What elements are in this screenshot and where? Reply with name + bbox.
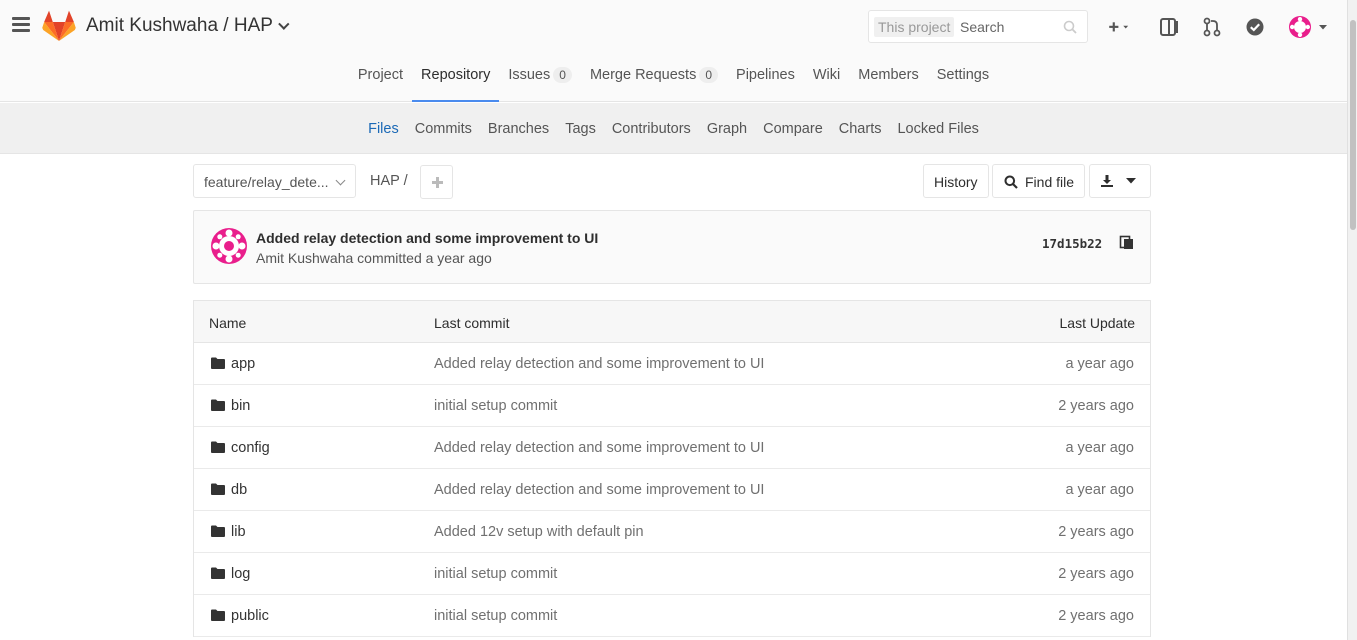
- search-box[interactable]: This project Search: [868, 10, 1088, 43]
- subtab-graph[interactable]: Graph: [707, 121, 747, 137]
- page-scrollbar[interactable]: [1347, 0, 1357, 640]
- sidebar-toggle-icon[interactable]: [1158, 16, 1180, 38]
- last-update-time: 2 years ago: [1058, 524, 1134, 540]
- subtab-tags[interactable]: Tags: [565, 121, 596, 137]
- folder-icon: [211, 609, 225, 621]
- search-scope[interactable]: This project: [874, 17, 955, 37]
- table-row: lib Added 12v setup with default pin 2 yea…: [194, 511, 1150, 553]
- folder-icon: [211, 525, 225, 537]
- repository-subnav: Files Commits Branches Tags Contributors Grap…: [0, 103, 1347, 154]
- commit-message-link[interactable]: Added relay detection and some improveme…: [434, 356, 764, 372]
- project-title-dropdown[interactable]: Amit Kushwaha / HAP: [86, 15, 290, 37]
- table-header: Name Last commit Last Update: [194, 301, 1150, 343]
- tab-settings[interactable]: Settings: [928, 58, 998, 102]
- folder-icon: [211, 567, 225, 579]
- file-table: Name Last commit Last Update app Added re…: [193, 300, 1151, 637]
- commit-title[interactable]: Added relay detection and some improveme…: [256, 230, 598, 246]
- file-name-link[interactable]: log: [211, 566, 250, 582]
- download-button[interactable]: [1089, 164, 1151, 198]
- subtab-files[interactable]: Files: [368, 121, 399, 137]
- todos-check-icon[interactable]: [1244, 16, 1266, 38]
- issues-count-badge: 0: [553, 67, 572, 83]
- branch-selector[interactable]: feature/relay_dete...: [193, 164, 356, 198]
- chevron-down-icon: [335, 175, 346, 186]
- chevron-down-icon: [1126, 178, 1136, 184]
- copy-icon[interactable]: [1119, 234, 1135, 250]
- tab-members[interactable]: Members: [849, 58, 927, 102]
- search-icon: [1063, 20, 1077, 34]
- table-row: log initial setup commit 2 years ago: [194, 553, 1150, 595]
- avatar[interactable]: [211, 228, 247, 264]
- subtab-branches[interactable]: Branches: [488, 121, 549, 137]
- gitlab-logo-icon[interactable]: [42, 10, 76, 42]
- breadcrumb[interactable]: HAP /: [370, 173, 408, 189]
- file-name-link[interactable]: bin: [211, 398, 250, 414]
- last-commit-panel: Added relay detection and some improveme…: [193, 210, 1151, 284]
- subtab-commits[interactable]: Commits: [415, 121, 472, 137]
- tab-merge-requests[interactable]: Merge Requests 0: [581, 58, 727, 102]
- commit-message-link[interactable]: Added relay detection and some improveme…: [434, 440, 764, 456]
- tab-repository[interactable]: Repository: [412, 58, 500, 102]
- project-nav: Project Repository Issues 0 Merge Requests 0 P…: [0, 58, 1347, 102]
- table-row: bin initial setup commit 2 years ago: [194, 385, 1150, 427]
- user-avatar-dropdown-icon[interactable]: [1287, 16, 1331, 38]
- file-name-link[interactable]: db: [211, 482, 247, 498]
- commit-message-link[interactable]: initial setup commit: [434, 398, 557, 414]
- table-row: public initial setup commit 2 years ago: [194, 595, 1150, 637]
- history-button[interactable]: History: [923, 164, 989, 198]
- menu-icon[interactable]: [12, 17, 30, 33]
- search-icon: [1004, 175, 1018, 189]
- last-update-time: 2 years ago: [1058, 608, 1134, 624]
- table-row: app Added relay detection and some improv…: [194, 343, 1150, 385]
- table-row: config Added relay detection and some imp…: [194, 427, 1150, 469]
- scrollbar-thumb[interactable]: [1350, 20, 1356, 230]
- column-header-name: Name: [209, 315, 247, 331]
- file-name-link[interactable]: app: [211, 356, 255, 372]
- file-name-link[interactable]: public: [211, 608, 269, 624]
- find-file-button[interactable]: Find file: [992, 164, 1086, 198]
- last-update-time: a year ago: [1065, 356, 1134, 372]
- top-header: Amit Kushwaha / HAP This project Search …: [0, 0, 1347, 102]
- tab-wiki[interactable]: Wiki: [804, 58, 849, 102]
- file-name-link[interactable]: config: [211, 440, 270, 456]
- last-update-time: a year ago: [1065, 482, 1134, 498]
- commit-message-link[interactable]: initial setup commit: [434, 566, 557, 582]
- file-name-link[interactable]: lib: [211, 524, 246, 540]
- subtab-compare[interactable]: Compare: [763, 121, 823, 137]
- new-item-plus-icon[interactable]: [1108, 16, 1130, 38]
- find-file-label: Find file: [1025, 174, 1075, 190]
- tab-pipelines[interactable]: Pipelines: [727, 58, 804, 102]
- folder-icon: [211, 399, 225, 411]
- search-input[interactable]: Search: [960, 19, 1004, 35]
- merge-request-icon[interactable]: [1201, 16, 1223, 38]
- last-update-time: 2 years ago: [1058, 398, 1134, 414]
- commit-meta: Amit Kushwaha committed a year ago: [256, 250, 492, 266]
- subtab-contributors[interactable]: Contributors: [612, 121, 691, 137]
- commit-message-link[interactable]: Added 12v setup with default pin: [434, 524, 644, 540]
- add-file-button[interactable]: [420, 165, 453, 199]
- branch-name: feature/relay_dete...: [204, 174, 329, 190]
- last-update-time: a year ago: [1065, 440, 1134, 456]
- commit-message-link[interactable]: Added relay detection and some improveme…: [434, 482, 764, 498]
- folder-icon: [211, 483, 225, 495]
- subtab-locked-files[interactable]: Locked Files: [897, 121, 978, 137]
- column-header-last-commit: Last commit: [434, 315, 510, 331]
- folder-icon: [211, 357, 225, 369]
- project-title: Amit Kushwaha / HAP: [86, 15, 273, 36]
- folder-icon: [211, 441, 225, 453]
- commit-sha[interactable]: 17d15b22: [1042, 236, 1102, 251]
- merge-requests-count-badge: 0: [699, 67, 719, 83]
- table-row: db Added relay detection and some improve…: [194, 469, 1150, 511]
- last-update-time: 2 years ago: [1058, 566, 1134, 582]
- tab-issues[interactable]: Issues 0: [499, 58, 581, 102]
- tab-project[interactable]: Project: [349, 58, 412, 102]
- commit-message-link[interactable]: initial setup commit: [434, 608, 557, 624]
- chevron-down-icon: [278, 18, 290, 30]
- download-icon: [1101, 175, 1113, 187]
- column-header-last-update: Last Update: [1059, 315, 1136, 331]
- subtab-charts[interactable]: Charts: [839, 121, 882, 137]
